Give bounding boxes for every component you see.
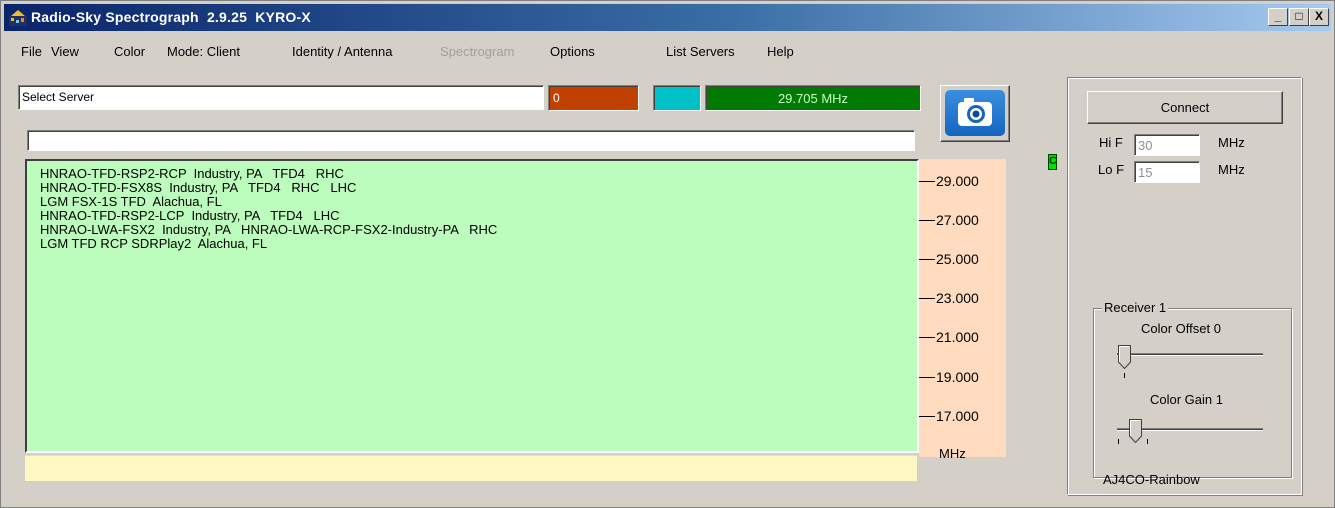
scale-tick [919,220,935,221]
window-title: Radio-Sky Spectrograph 2.9.25 KYRO-X [31,9,311,25]
color-gain-slider[interactable] [1129,419,1142,443]
app-window: Radio-Sky Spectrograph 2.9.25 KYRO-X _ □… [0,0,1335,508]
camera-icon [945,90,1005,136]
scale-tick-label: 19.000 [936,369,979,385]
hi-f-label: Hi F [1099,135,1123,150]
scale-tick [919,377,935,378]
list-item[interactable]: LGM FSX-1S TFD Alachua, FL [40,194,222,209]
lo-f-field[interactable]: 15 [1134,161,1200,183]
maximize-button[interactable]: □ [1289,8,1309,26]
hi-f-field[interactable]: 30 [1134,134,1200,156]
menu-color[interactable]: Color [114,44,145,59]
menu-spectrogram[interactable]: Spectrogram [440,44,514,59]
menu-bar: File View Color Mode: Client Identity / … [4,44,1004,64]
lo-f-label: Lo F [1098,162,1125,177]
scale-tick-label: 21.000 [936,329,979,345]
status-field[interactable] [27,130,915,151]
color-indicator [653,85,701,111]
list-item[interactable]: HNRAO-LWA-FSX2 Industry, PA HNRAO-LWA-RC… [40,222,497,237]
minimize-button[interactable]: _ [1268,8,1288,26]
color-offset-slider[interactable] [1118,345,1131,369]
menu-file[interactable]: File [21,44,42,59]
scale-tick [919,181,935,182]
hi-f-unit: MHz [1218,135,1245,150]
frequency-display: 29.705 MHz [705,85,921,111]
connection-indicator: C [1048,154,1057,170]
frequency-scale: 29.000 27.000 25.000 23.000 21.000 19.00… [919,159,1006,461]
scale-tick-label: 25.000 [936,251,979,267]
scale-tick [919,337,935,338]
scale-tick-label: 23.000 [936,290,979,306]
color-offset-track[interactable] [1117,353,1263,356]
app-icon [9,10,27,26]
title-bar[interactable]: Radio-Sky Spectrograph 2.9.25 KYRO-X _ □… [4,4,1331,31]
scale-tick-label: 17.000 [936,408,979,424]
list-item[interactable]: HNRAO-TFD-RSP2-LCP Industry, PA TFD4 LHC [40,208,340,223]
menu-identity-antenna[interactable]: Identity / Antenna [292,44,392,59]
scale-tick [919,416,935,417]
receiver-group-title: Receiver 1 [1102,300,1169,315]
menu-mode[interactable]: Mode: Client [167,44,240,59]
snapshot-button[interactable] [940,85,1010,142]
scale-unit-label: MHz [939,446,966,461]
menu-options[interactable]: Options [550,44,595,59]
lo-f-unit: MHz [1218,162,1245,177]
connect-button[interactable]: Connect [1087,91,1283,124]
server-select-field[interactable]: Select Server [18,85,544,110]
color-offset-label: Color Offset 0 [1141,321,1221,336]
slider-tick [1147,439,1148,444]
color-gain-label: Color Gain 1 [1150,392,1223,407]
menu-help[interactable]: Help [767,44,794,59]
scale-tick-label: 29.000 [936,173,979,189]
menu-view[interactable]: View [51,44,79,59]
server-list[interactable]: HNRAO-TFD-RSP2-RCP Industry, PA TFD4 RHC… [25,159,919,453]
slider-tick [1118,439,1119,444]
counter-box: 0 [548,85,639,111]
palette-label: AJ4CO-Rainbow [1103,472,1200,487]
list-item[interactable]: HNRAO-TFD-RSP2-RCP Industry, PA TFD4 RHC [40,166,344,181]
menu-list-servers[interactable]: List Servers [666,44,735,59]
message-bar [25,455,917,481]
scale-tick-label: 27.000 [936,212,979,228]
close-button[interactable]: X [1309,8,1329,26]
scale-tick [919,259,935,260]
list-item[interactable]: HNRAO-TFD-FSX8S Industry, PA TFD4 RHC LH… [40,180,356,195]
list-item[interactable]: LGM TFD RCP SDRPlay2 Alachua, FL [40,236,267,251]
scale-tick [919,298,935,299]
slider-tick [1124,373,1125,378]
